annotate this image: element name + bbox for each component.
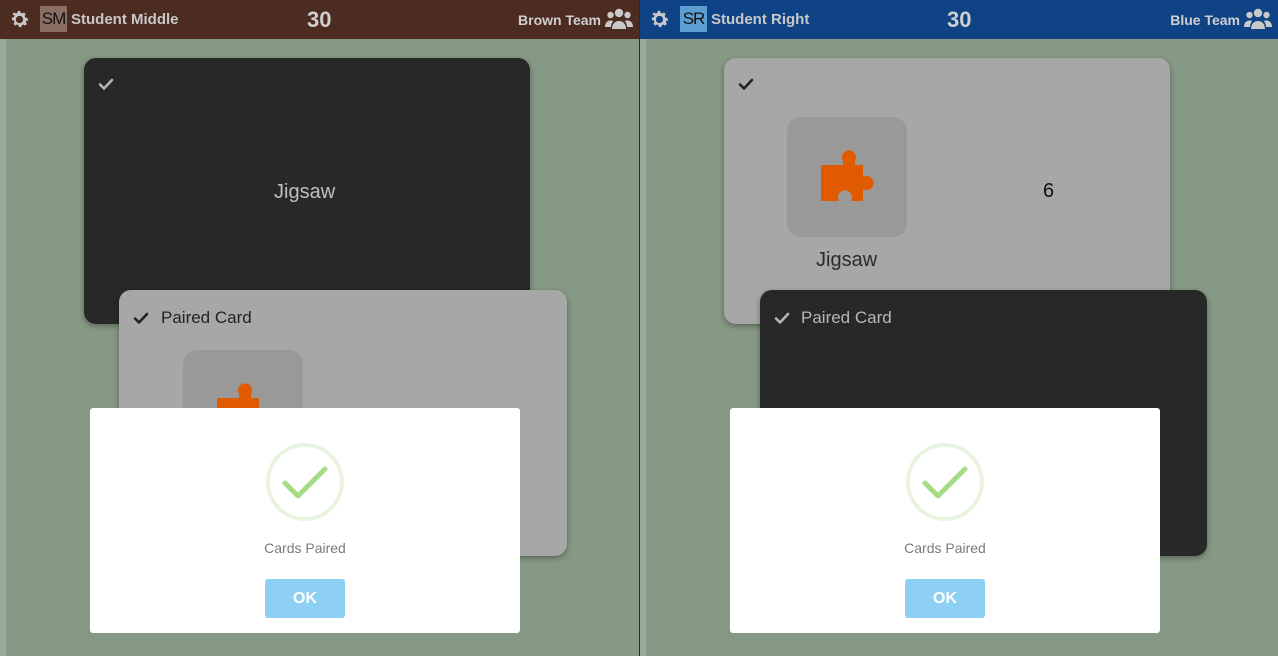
dialog-message: Cards Paired	[904, 540, 986, 556]
success-check-icon	[265, 442, 345, 522]
gear-icon[interactable]	[648, 8, 671, 31]
card-text: Jigsaw	[274, 181, 336, 203]
icon-tile	[787, 117, 907, 237]
card-title: Paired Card	[801, 308, 892, 327]
card-title: Paired Card	[161, 308, 252, 327]
team-name: Brown Team	[518, 12, 601, 28]
right-header: SR Student Right 30 Blue Team	[640, 0, 1278, 39]
users-icon[interactable]	[605, 7, 633, 31]
users-icon[interactable]	[1244, 7, 1272, 31]
left-panel: SM Student Middle 30 Brown Team Jigsaw P…	[0, 0, 639, 656]
student-name: Student Right	[711, 11, 810, 28]
right-panel: SR Student Right 30 Blue Team Jigsaw 6 P…	[640, 0, 1278, 656]
puzzle-piece-icon	[811, 141, 883, 213]
score: 30	[947, 7, 972, 32]
panel-edge	[640, 39, 646, 656]
check-icon	[738, 76, 754, 92]
tile-label: Jigsaw	[816, 249, 878, 271]
gear-icon[interactable]	[8, 8, 31, 31]
dialog-message: Cards Paired	[264, 540, 346, 556]
count-text: 6	[1043, 180, 1055, 202]
back-card[interactable]: Jigsaw 6	[724, 58, 1170, 324]
success-check-icon	[905, 442, 985, 522]
ok-button[interactable]: OK	[265, 579, 345, 618]
check-icon	[774, 310, 790, 326]
ok-button[interactable]: OK	[905, 579, 985, 618]
left-header: SM Student Middle 30 Brown Team	[0, 0, 639, 39]
avatar: SM	[40, 6, 67, 32]
student-name: Student Middle	[71, 11, 179, 28]
success-dialog: Cards Paired OK	[90, 408, 520, 633]
check-icon	[133, 310, 149, 326]
panel-edge	[0, 39, 6, 656]
avatar: SR	[680, 6, 707, 32]
team-name: Blue Team	[1170, 12, 1240, 28]
score: 30	[307, 7, 332, 32]
success-dialog: Cards Paired OK	[730, 408, 1160, 633]
back-card[interactable]: Jigsaw	[84, 58, 530, 324]
check-icon	[98, 76, 114, 92]
